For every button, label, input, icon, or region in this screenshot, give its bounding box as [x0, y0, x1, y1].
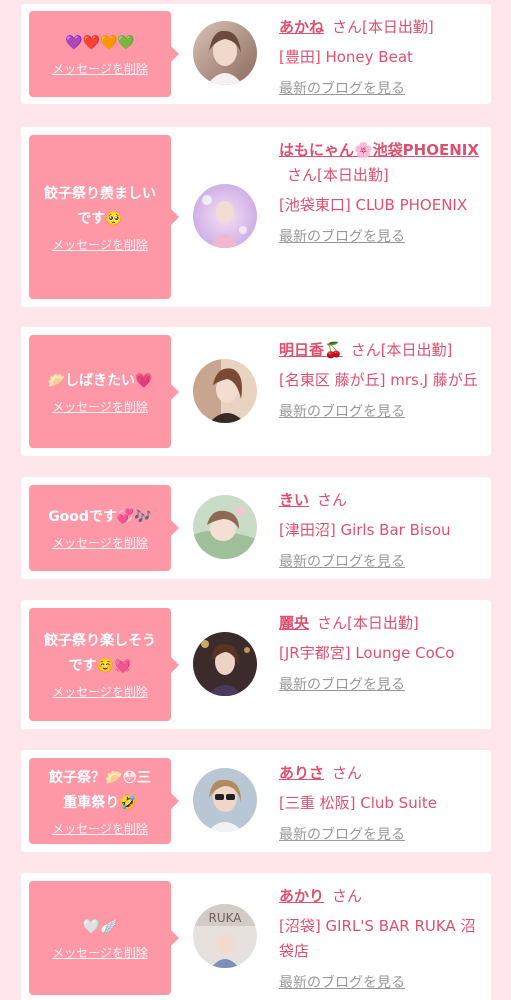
latest-blog-link[interactable]: 最新のブログを見る — [279, 972, 405, 992]
avatar[interactable] — [193, 184, 257, 248]
message-card: 餃子祭り羨ましい です🥺 メッセージを削除 はもにゃん🌸池袋PHOENIX さん[… — [21, 127, 491, 307]
shop-name: [名東区 藤が丘] mrs.J 藤が丘 — [279, 371, 478, 389]
message-bubble: 🤍🪽 メッセージを削除 — [29, 881, 179, 995]
message-bubble: 餃子祭り楽しそう です☺️💓 メッセージを削除 — [29, 608, 179, 721]
cast-info: きい さん [津田沼] Girls Bar Bisou 最新のブログを見る — [279, 488, 485, 571]
cast-info: はもにゃん🌸池袋PHOENIX さん[本日出勤] [池袋東口] CLUB PHOE… — [279, 138, 485, 246]
cast-info: 麗央 さん[本日出勤] [JR宇都宮] Lounge CoCo 最新のブログを見る — [279, 611, 485, 694]
avatar-photo-icon — [193, 768, 257, 832]
message-card: 🤍🪽 メッセージを削除 RUKA あかり さん [沼袋] GIRL'S BAR R… — [21, 873, 491, 1000]
message-card: 💜❤️🧡💚 メッセージを削除 あかね さん[本日出勤] [豊田] Honey Be… — [21, 4, 491, 104]
cast-status: さん[本日出勤] — [287, 166, 389, 184]
delete-message-link[interactable]: メッセージを削除 — [52, 683, 148, 700]
cast-info: 明日香🍒 さん[本日出勤] [名東区 藤が丘] mrs.J 藤が丘 最新のブログを… — [279, 338, 485, 421]
message-card: 餃子祭？🥟😳三 重車祭り🤣 メッセージを削除 ありさ さん [三重 松阪] Clu… — [21, 750, 491, 852]
cast-name-link[interactable]: 明日香🍒 — [279, 341, 343, 359]
latest-blog-link[interactable]: 最新のブログを見る — [279, 551, 405, 571]
cast-name-link[interactable]: あかり — [279, 887, 324, 905]
svg-text:RUKA: RUKA — [209, 911, 243, 925]
cast-status: さん[本日出勤] — [317, 614, 419, 632]
shop-name: [豊田] Honey Beat — [279, 48, 413, 66]
avatar-photo-icon — [193, 21, 257, 85]
message-text: 餃子祭り楽しそう です☺️💓 — [44, 633, 156, 674]
avatar[interactable] — [193, 21, 257, 85]
latest-blog-link[interactable]: 最新のブログを見る — [279, 674, 405, 694]
avatar-photo-icon: RUKA — [193, 904, 257, 968]
delete-message-link[interactable]: メッセージを削除 — [52, 534, 148, 551]
delete-message-link[interactable]: メッセージを削除 — [52, 398, 148, 415]
latest-blog-link[interactable]: 最新のブログを見る — [279, 78, 405, 98]
cast-name-link[interactable]: あかね — [279, 18, 324, 36]
avatar[interactable] — [193, 359, 257, 423]
shop-name: [池袋東口] CLUB PHOENIX — [279, 196, 468, 214]
message-text: 🤍🪽 — [82, 919, 118, 935]
avatar-photo-icon — [193, 359, 257, 423]
latest-blog-link[interactable]: 最新のブログを見る — [279, 226, 405, 246]
cast-status: さん — [317, 491, 348, 509]
avatar[interactable] — [193, 495, 257, 559]
message-text: 餃子祭？🥟😳三 重車祭り🤣 — [48, 769, 152, 811]
message-bubble: 餃子祭り羨ましい です🥺 メッセージを削除 — [29, 135, 179, 299]
delete-message-link[interactable]: メッセージを削除 — [52, 944, 148, 961]
delete-message-link[interactable]: メッセージを削除 — [52, 236, 148, 253]
delete-message-link[interactable]: メッセージを削除 — [52, 60, 148, 77]
cast-name-link[interactable]: はもにゃん🌸池袋PHOENIX — [279, 141, 479, 159]
shop-name: [三重 松阪] Club Suite — [279, 794, 437, 812]
cast-name-link[interactable]: きい — [279, 491, 309, 509]
message-card: 🥟しばきたい💗 メッセージを削除 明日香🍒 さん[本日出勤] [名東区 藤が丘] … — [21, 327, 491, 456]
delete-message-link[interactable]: メッセージを削除 — [52, 820, 148, 837]
cast-info: あかり さん [沼袋] GIRL'S BAR RUKA 沼袋店 最新のブログを見る — [279, 884, 485, 992]
latest-blog-link[interactable]: 最新のブログを見る — [279, 824, 405, 844]
message-text: Goodです💞🎶 — [48, 509, 152, 525]
shop-name: [津田沼] Girls Bar Bisou — [279, 521, 451, 539]
message-bubble: 💜❤️🧡💚 メッセージを削除 — [29, 11, 179, 97]
message-bubble: 🥟しばきたい💗 メッセージを削除 — [29, 335, 179, 448]
cast-status: さん — [332, 887, 363, 905]
cast-info: あかね さん[本日出勤] [豊田] Honey Beat 最新のブログを見る — [279, 15, 485, 98]
avatar-photo-icon — [193, 632, 257, 696]
cast-name-link[interactable]: 麗央 — [279, 614, 309, 632]
shop-name: [沼袋] GIRL'S BAR RUKA 沼袋店 — [279, 917, 476, 960]
latest-blog-link[interactable]: 最新のブログを見る — [279, 401, 405, 421]
avatar[interactable] — [193, 768, 257, 832]
avatar-photo-icon — [193, 495, 257, 559]
avatar[interactable]: RUKA — [193, 904, 257, 968]
message-text: 🥟しばきたい💗 — [47, 372, 153, 389]
shop-name: [JR宇都宮] Lounge CoCo — [279, 644, 455, 662]
message-bubble: 餃子祭？🥟😳三 重車祭り🤣 メッセージを削除 — [29, 758, 179, 844]
message-bubble: Goodです💞🎶 メッセージを削除 — [29, 485, 179, 571]
cast-status: さん — [332, 764, 363, 782]
message-text: 💜❤️🧡💚 — [65, 35, 135, 51]
cast-status: さん[本日出勤] — [350, 341, 453, 359]
message-card: Goodです💞🎶 メッセージを削除 きい さん [津田沼] Girls Bar B… — [21, 477, 491, 579]
cast-status: さん[本日出勤] — [332, 18, 434, 36]
message-text: 餃子祭り羨ましい です🥺 — [44, 185, 156, 227]
cast-name-link[interactable]: ありさ — [279, 764, 324, 782]
cast-info: ありさ さん [三重 松阪] Club Suite 最新のブログを見る — [279, 761, 485, 844]
avatar-photo-icon — [193, 184, 257, 248]
message-card: 餃子祭り楽しそう です☺️💓 メッセージを削除 麗央 さん[本日出勤] [JR宇都… — [21, 600, 491, 729]
avatar[interactable] — [193, 632, 257, 696]
